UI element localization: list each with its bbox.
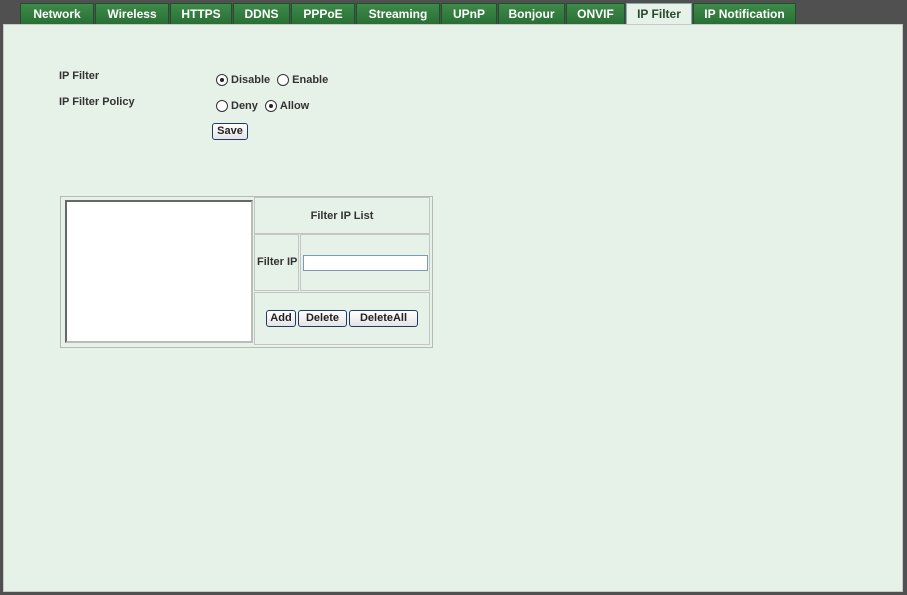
policy-allow-radio[interactable] (264, 100, 277, 112)
ip-filter-enable-label: Enable (292, 74, 329, 86)
content-panel: IP Filter Disable Enable IP Filter Polic… (3, 24, 903, 592)
tab-bonjour[interactable]: Bonjour (498, 3, 565, 24)
page-frame: Network Wireless HTTPS DDNS PPPoE Stream… (0, 0, 907, 595)
ip-filter-disable-radio[interactable] (216, 74, 228, 86)
ip-filter-policy-label: IP Filter Policy (59, 96, 135, 108)
filter-actions-cell: Add Delete DeleteAll (254, 292, 430, 345)
ip-filter-label: IP Filter (59, 70, 100, 82)
tab-onvif[interactable]: ONVIF (566, 3, 625, 24)
tab-ddns[interactable]: DDNS (233, 3, 290, 24)
filter-ip-input[interactable] (303, 255, 428, 271)
filter-list-header: Filter IP List (254, 197, 430, 234)
delete-button[interactable]: Delete (298, 310, 347, 327)
filter-ip-input-cell (300, 234, 430, 291)
tab-bar: Network Wireless HTTPS DDNS PPPoE Stream… (20, 3, 797, 24)
tab-https[interactable]: HTTPS (170, 3, 232, 24)
add-button[interactable]: Add (266, 310, 296, 327)
tab-streaming[interactable]: Streaming (356, 3, 440, 24)
filter-ip-label-cell: Filter IP (254, 234, 299, 291)
policy-radio-group: Deny Allow (216, 100, 316, 112)
ip-filter-disable-label: Disable (231, 74, 271, 86)
filter-ip-label: Filter IP (257, 256, 298, 268)
tab-upnp[interactable]: UPnP (441, 3, 497, 24)
filter-ip-listbox[interactable] (65, 200, 253, 343)
delete-all-button[interactable]: DeleteAll (349, 310, 418, 327)
tab-network[interactable]: Network (20, 3, 94, 24)
tab-ip-notification[interactable]: IP Notification (693, 3, 796, 24)
tab-pppoe[interactable]: PPPoE (291, 3, 355, 24)
policy-deny-label: Deny (231, 100, 258, 112)
filter-ip-section: Filter IP List Filter IP Add Delete Dele… (60, 196, 433, 348)
filter-ip-list-title: Filter IP List (310, 210, 374, 222)
tab-wireless[interactable]: Wireless (95, 3, 169, 24)
policy-deny-radio[interactable] (216, 100, 228, 112)
save-button[interactable]: Save (212, 123, 248, 140)
ip-filter-radio-group: Disable Enable (216, 74, 335, 86)
policy-allow-label: Allow (279, 100, 310, 112)
tab-ip-filter[interactable]: IP Filter (626, 3, 692, 24)
ip-filter-enable-radio[interactable] (277, 74, 290, 86)
